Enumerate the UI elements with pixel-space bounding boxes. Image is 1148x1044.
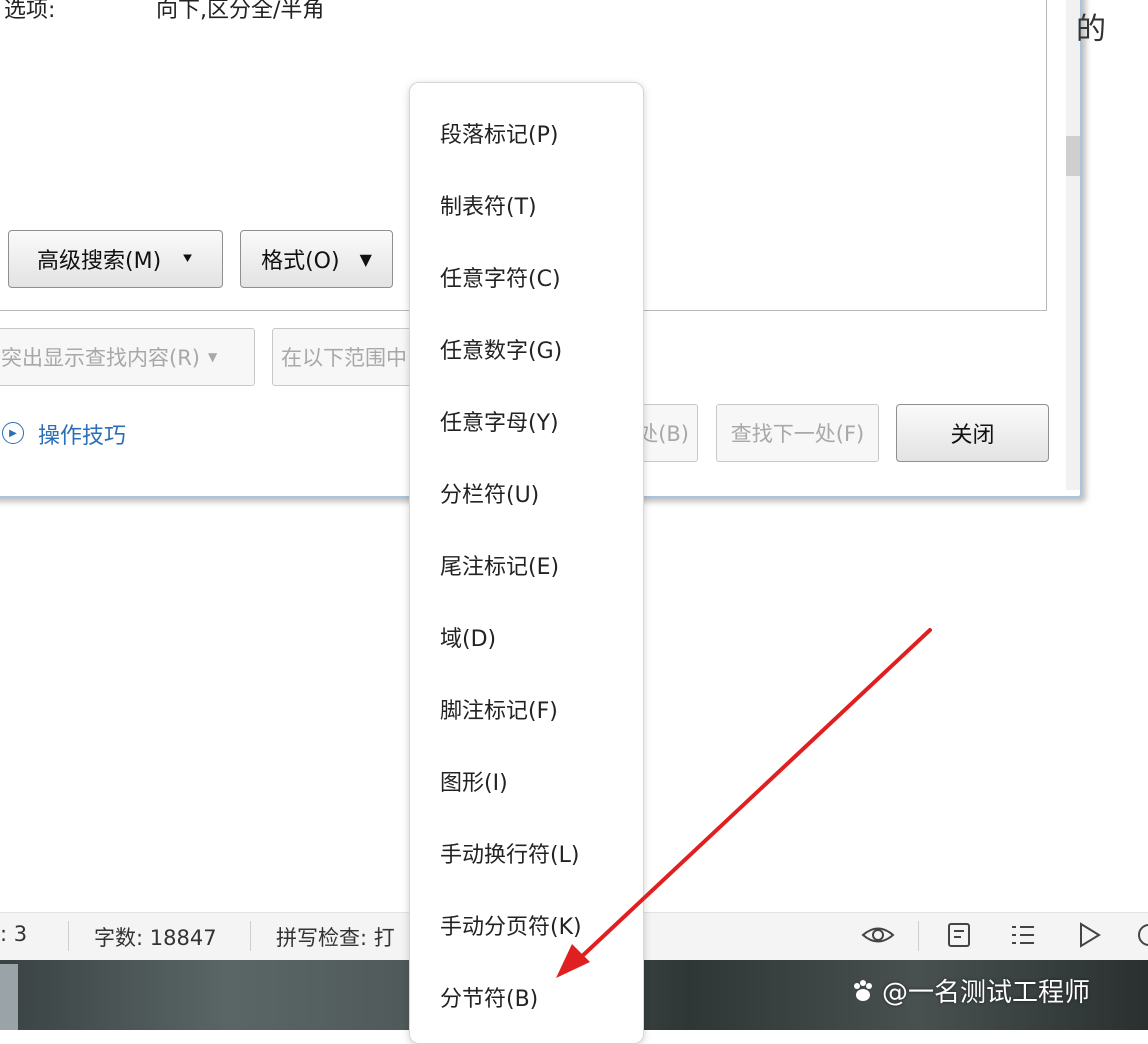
status-divider [68, 921, 69, 951]
eye-icon[interactable] [860, 920, 896, 950]
highlight-find-button[interactable]: 突出显示查找内容(R) ▼ [0, 328, 255, 386]
play-icon[interactable] [1074, 920, 1104, 950]
scrollbar-thumb[interactable] [1066, 136, 1080, 176]
find-in-range-button[interactable]: 在以下范围中 [272, 328, 422, 386]
watermark-text: @一名测试工程师 [882, 978, 1091, 1008]
zoom-icon[interactable] [1134, 920, 1148, 950]
menu-item-manual-page-break[interactable]: 手动分页符(K) [440, 909, 582, 941]
outline-view-icon[interactable] [1008, 920, 1038, 950]
page-indicator[interactable]: : 3 [0, 922, 27, 946]
format-label: 格式(O) [261, 249, 340, 274]
chevron-down-icon: ▼ [207, 350, 218, 364]
find-in-range-label: 在以下范围中 [281, 346, 407, 370]
play-circle-icon[interactable]: ▶ [2, 422, 24, 444]
chevron-down-icon: ▼ [359, 249, 372, 269]
status-divider [250, 921, 251, 951]
find-next-label: 查找下一处(F) [730, 422, 865, 446]
scrollbar[interactable] [1066, 0, 1080, 490]
find-next-button[interactable]: 查找下一处(F) [716, 404, 879, 462]
menu-item-manual-line-break[interactable]: 手动换行符(L) [440, 837, 579, 869]
menu-item-endnote-mark[interactable]: 尾注标记(E) [440, 549, 559, 581]
word-count[interactable]: 字数: 18847 [94, 922, 217, 952]
spell-check-status[interactable]: 拼写检查: 打 [276, 922, 395, 952]
tips-link[interactable]: 操作技巧 [38, 418, 126, 450]
status-divider [918, 921, 919, 951]
menu-item-tab-char[interactable]: 制表符(T) [440, 189, 537, 221]
special-format-menu: 段落标记(P) 制表符(T) 任意字符(C) 任意数字(G) 任意字母(Y) 分… [409, 82, 644, 1044]
find-previous-label: 处(B) [637, 422, 689, 446]
close-label: 关闭 [950, 423, 995, 448]
document-text-fragment: 的 [1076, 12, 1106, 47]
menu-item-any-char[interactable]: 任意字符(C) [440, 261, 561, 293]
highlight-find-label: 突出显示查找内容(R) [1, 346, 200, 370]
menu-item-column-break[interactable]: 分栏符(U) [440, 477, 539, 509]
options-value: 向下,区分全/半角 [156, 0, 325, 23]
menu-item-footnote-mark[interactable]: 脚注标记(F) [440, 693, 558, 725]
taskbar-item[interactable] [0, 964, 18, 1030]
advanced-search-button[interactable]: 高级搜索(M) ⯆ [8, 230, 223, 288]
double-chevron-down-icon: ⯆ [181, 249, 194, 268]
menu-item-section-break[interactable]: 分节符(B) [440, 981, 538, 1013]
menu-item-paragraph-mark[interactable]: 段落标记(P) [440, 117, 558, 149]
menu-item-any-digit[interactable]: 任意数字(G) [440, 333, 562, 365]
format-button[interactable]: 格式(O) ▼ [240, 230, 393, 288]
menu-item-graphic[interactable]: 图形(I) [440, 765, 508, 797]
menu-item-any-letter[interactable]: 任意字母(Y) [440, 405, 559, 437]
paw-icon [854, 980, 872, 1001]
page-view-icon[interactable] [944, 920, 974, 950]
close-button[interactable]: 关闭 [896, 404, 1049, 462]
advanced-search-label: 高级搜索(M) [37, 249, 162, 274]
menu-item-field[interactable]: 域(D) [440, 621, 496, 653]
options-label: 选项: [4, 0, 56, 23]
